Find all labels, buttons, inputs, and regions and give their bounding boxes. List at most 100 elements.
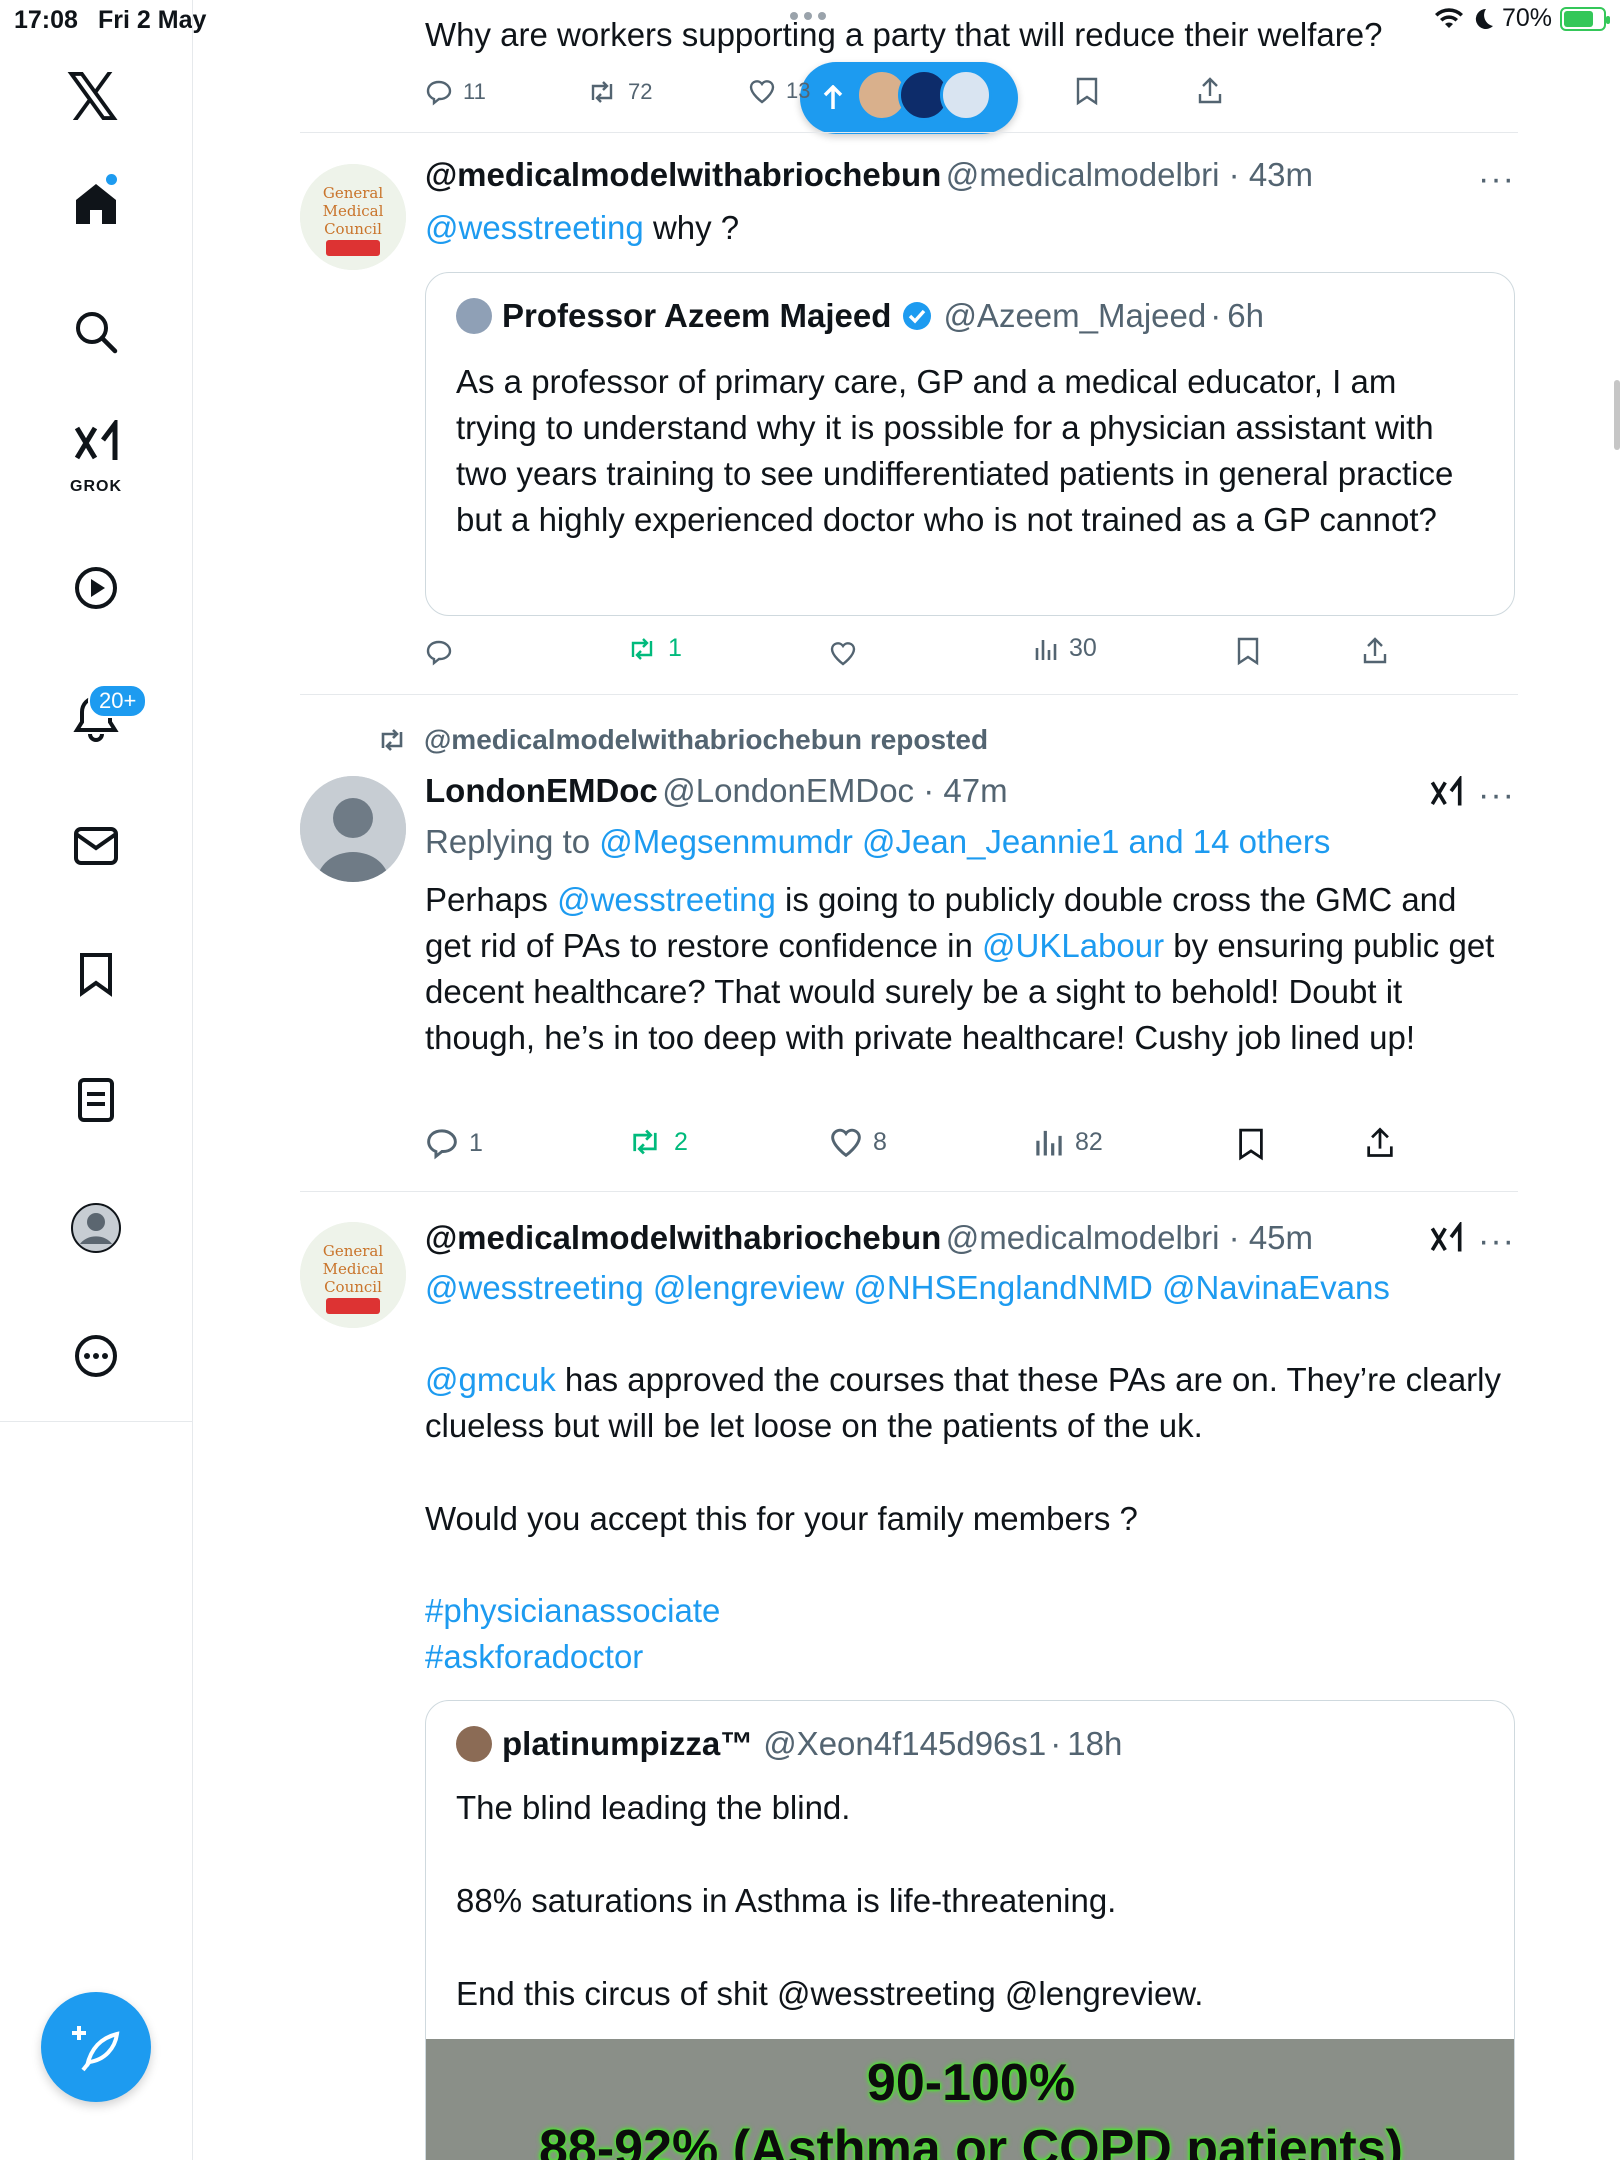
- hashtag-link[interactable]: #physicianassociate: [425, 1588, 720, 1634]
- mention-link[interactable]: @wesstreeting: [557, 881, 776, 918]
- repost-icon: [591, 81, 613, 103]
- mention-link[interactable]: @gmcuk: [425, 1361, 556, 1398]
- bookmark-button[interactable]: [1236, 1126, 1266, 1162]
- bookmarks-icon[interactable]: [56, 934, 136, 1014]
- quoted-tweet[interactable]: platinumpizza™ @Xeon4f145d96s1 · 18h The b…: [425, 1700, 1515, 2160]
- reply-count: 11: [463, 79, 486, 104]
- avatar[interactable]: [300, 776, 406, 882]
- bookmark-button[interactable]: [1235, 636, 1261, 666]
- scrollbar[interactable]: [1614, 380, 1620, 450]
- video-icon[interactable]: [56, 548, 136, 628]
- more-options-icon[interactable]: ···: [1478, 776, 1515, 815]
- quote-line: End this circus of shit @wesstreeting @l…: [456, 1975, 1204, 2012]
- reply-icon: [426, 80, 452, 106]
- hashtag-link[interactable]: #askforadoctor: [425, 1634, 643, 1680]
- status-indicators: 70%: [1434, 4, 1610, 33]
- reply-button[interactable]: [425, 638, 453, 666]
- profile-avatar-icon[interactable]: [56, 1188, 136, 1268]
- svg-text:General: General: [323, 184, 384, 202]
- repost-icon: [633, 1129, 657, 1155]
- view-count: 82: [1075, 1127, 1103, 1156]
- quote-author-handle: @Xeon4f145d96s1: [763, 1725, 1047, 1762]
- sidebar-divider: [0, 1421, 193, 1422]
- verified-badge-icon: [903, 302, 932, 330]
- tweet-time[interactable]: 43m: [1249, 156, 1313, 193]
- tweet-time[interactable]: 47m: [943, 772, 1007, 809]
- wifi-icon: [1434, 7, 1463, 28]
- more-options-icon[interactable]: ···: [1478, 1222, 1515, 1261]
- quote-author-name: Professor Azeem Majeed: [502, 297, 892, 334]
- bookmark-icon: [1076, 77, 1098, 106]
- author-handle[interactable]: @medicalmodelbri: [946, 156, 1220, 193]
- mentions[interactable]: @wesstreeting @lengreview @NHSEnglandNMD…: [425, 1265, 1390, 1311]
- tweet-text: @gmcuk has approved the courses that the…: [425, 1357, 1505, 1449]
- quote-line: 88% saturations in Asthma is life-threat…: [456, 1882, 1117, 1919]
- sidebar: 𝕏 GROK 20+: [0, 0, 193, 2160]
- views-button[interactable]: 30: [1033, 634, 1097, 663]
- grok-icon[interactable]: [1428, 774, 1464, 817]
- replying-to: Replying to @Megsenmumdr @Jean_Jeannie1 …: [425, 819, 1330, 865]
- repost-context-label[interactable]: @medicalmodelwithabriochebun reposted: [424, 724, 988, 756]
- reply-button[interactable]: 1: [425, 1126, 483, 1160]
- quote-avatar: [456, 1726, 492, 1762]
- tweet-body: why ?: [652, 209, 740, 246]
- tweet-text: @wesstreeting why ?: [425, 205, 739, 251]
- avatar[interactable]: General Medical Council: [300, 164, 406, 270]
- like-button[interactable]: 8: [829, 1126, 887, 1158]
- tweet-text: Perhaps @wesstreeting is going to public…: [425, 877, 1505, 1061]
- mention-link[interactable]: @wesstreeting: [425, 209, 644, 246]
- new-posts-pill[interactable]: [800, 62, 1018, 134]
- top-tweet-text: Why are workers supporting a party that …: [425, 16, 1383, 53]
- grok-icon[interactable]: [1428, 1220, 1464, 1263]
- more-options-icon[interactable]: [56, 1316, 136, 1396]
- author-name[interactable]: LondonEMDoc: [425, 772, 658, 809]
- home-unread-dot: [106, 174, 117, 185]
- top-reply-button[interactable]: 11: [425, 78, 486, 106]
- like-button[interactable]: [829, 640, 857, 666]
- author-name[interactable]: @medicalmodelwithabriochebun: [425, 156, 941, 193]
- repost-button[interactable]: 1: [626, 634, 682, 663]
- tweet-header: @medicalmodelwithabriochebun @medicalmod…: [425, 156, 1314, 193]
- home-icon[interactable]: [56, 164, 136, 244]
- share-button[interactable]: [1364, 1126, 1396, 1160]
- like-count: 13: [786, 78, 811, 103]
- x-logo-icon[interactable]: 𝕏: [66, 64, 119, 130]
- compose-button[interactable]: [41, 1992, 151, 2102]
- author-handle[interactable]: @medicalmodelbri: [946, 1219, 1220, 1256]
- author-name[interactable]: @medicalmodelwithabriochebun: [425, 1219, 941, 1256]
- view-count: 30: [1069, 634, 1097, 662]
- top-like-button[interactable]: 13: [748, 78, 810, 104]
- repost-count: 2: [674, 1127, 688, 1156]
- heart-icon: [749, 80, 775, 104]
- quoted-tweet[interactable]: Professor Azeem Majeed @Azeem_Majeed · 6h …: [425, 272, 1515, 616]
- tweet-time[interactable]: 45m: [1249, 1219, 1313, 1256]
- quote-author-name: platinumpizza™: [502, 1725, 754, 1762]
- replying-mentions[interactable]: @Megsenmumdr @Jean_Jeannie1 and 14 other…: [599, 823, 1330, 860]
- views-button[interactable]: 82: [1033, 1126, 1103, 1158]
- quote-time: 18h: [1067, 1725, 1123, 1762]
- repost-button[interactable]: 2: [626, 1126, 688, 1158]
- more-options-icon[interactable]: ···: [1478, 160, 1515, 199]
- lists-icon[interactable]: [56, 1060, 136, 1140]
- share-icon: [1198, 77, 1222, 104]
- pill-avatar-3: [940, 69, 992, 121]
- messages-icon[interactable]: [56, 806, 136, 886]
- svg-text:Medical: Medical: [323, 1260, 384, 1278]
- svg-text:Council: Council: [324, 220, 382, 238]
- bookmark-icon: [1237, 637, 1259, 666]
- repost-count: 1: [668, 634, 682, 662]
- top-bookmark-button[interactable]: [1074, 76, 1100, 106]
- heart-icon: [830, 642, 856, 666]
- share-icon: [1367, 1127, 1393, 1157]
- mention-link[interactable]: @UKLabour: [982, 927, 1164, 964]
- top-share-button[interactable]: [1196, 76, 1224, 106]
- search-icon[interactable]: [56, 292, 136, 372]
- quote-media-image[interactable]: 90-100% 88-92% (Asthma or COPD patients): [426, 2039, 1514, 2160]
- grok-icon[interactable]: [56, 414, 136, 474]
- reply-icon: [426, 640, 452, 666]
- quote-avatar: [456, 298, 492, 334]
- top-repost-button[interactable]: 72: [586, 78, 652, 106]
- share-button[interactable]: [1361, 636, 1389, 666]
- avatar[interactable]: General Medical Council: [300, 1222, 406, 1328]
- author-handle[interactable]: @LondonEMDoc: [662, 772, 914, 809]
